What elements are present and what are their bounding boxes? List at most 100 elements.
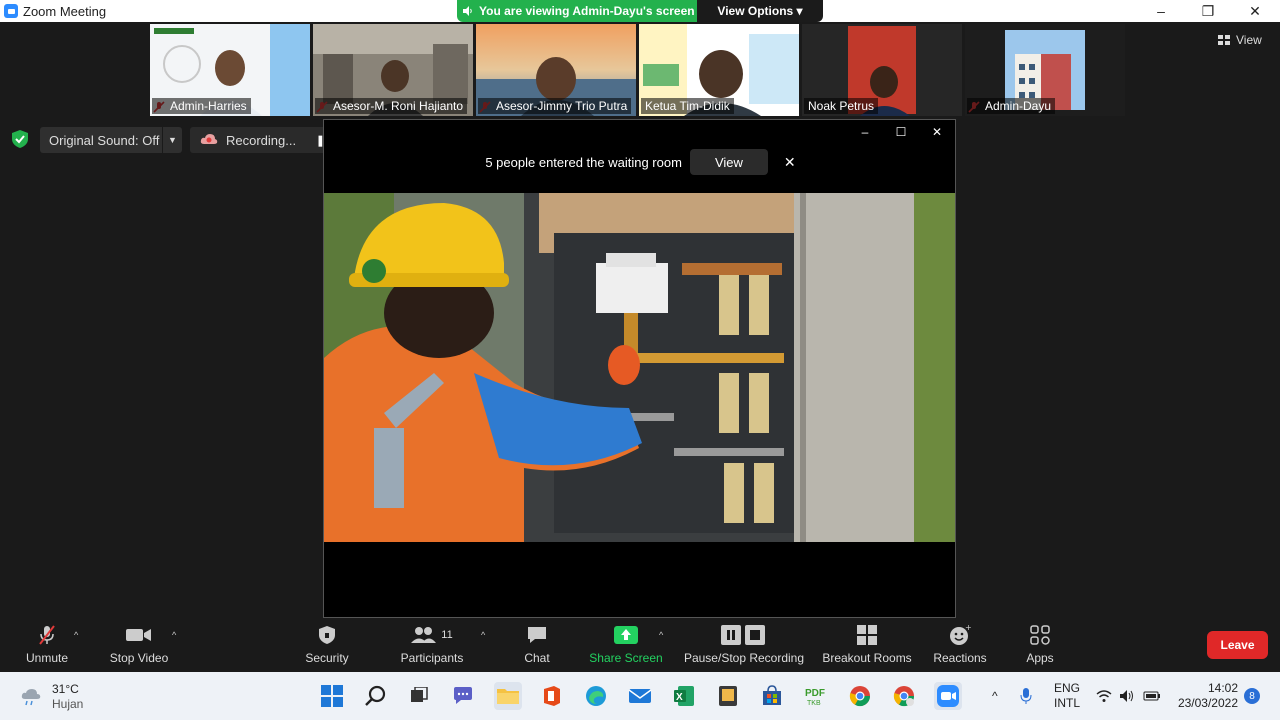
search-icon (365, 685, 386, 706)
gallery-view-button[interactable]: View (1218, 30, 1262, 50)
meeting-controls-bar: Unmute ^ Stop Video ^ Security 11 Partic… (0, 618, 1280, 672)
breakout-rooms-icon (857, 624, 877, 646)
windows-taskbar: 31°C Hujan X PDF TKB ^ ENG INTL 14:02 23… (0, 672, 1280, 720)
cloud-recording-icon (200, 134, 218, 144)
chat-label: Chat (524, 651, 550, 665)
participants-chevron-up-icon[interactable]: ^ (481, 630, 485, 640)
grid-icon (1218, 35, 1230, 45)
zoom-icon (937, 685, 959, 707)
close-icon[interactable]: ✕ (784, 154, 796, 171)
chevron-down-icon[interactable]: ▼ (162, 127, 182, 153)
language-indicator[interactable]: ENG INTL (1054, 672, 1080, 720)
original-sound-label: Original Sound: Off (49, 132, 160, 148)
svg-text:+: + (965, 624, 971, 632)
original-sound-button[interactable]: Original Sound: Off ▼ (40, 127, 182, 153)
apps-button[interactable]: Apps (1020, 624, 1060, 672)
search-button[interactable] (362, 682, 390, 710)
excel-button[interactable]: X (670, 682, 698, 710)
share-screen-button[interactable]: Share Screen (588, 624, 664, 672)
participant-tile[interactable]: Noak Petrus (802, 24, 962, 116)
audio-options-chevron-up-icon[interactable]: ^ (74, 630, 78, 640)
participant-tile[interactable]: Asesor-M. Roni Hajianto (313, 24, 473, 116)
waiting-room-text: 5 people entered the waiting room (485, 154, 682, 170)
notification-badge[interactable]: 8 (1244, 688, 1260, 704)
mail-button[interactable] (626, 682, 654, 710)
participant-tile[interactable]: Ketua Tim-Didik (639, 24, 799, 116)
window-title: Zoom Meeting (23, 3, 107, 19)
security-button[interactable]: Security (300, 624, 354, 672)
pause-stop-recording-button[interactable]: Pause/Stop Recording (680, 624, 808, 672)
pdf-tools-button[interactable]: PDF TKB (802, 682, 830, 710)
volume-tray-icon[interactable] (1119, 672, 1135, 720)
unmute-label: Unmute (25, 651, 69, 665)
share-screen-icon (614, 624, 638, 646)
view-options-button[interactable]: View Options ▾ (697, 0, 823, 22)
weather-condition: Hujan (52, 697, 84, 711)
shared-close-button[interactable]: ✕ (922, 124, 952, 140)
zoom-taskbar-button[interactable] (934, 682, 962, 710)
restore-button[interactable]: ❐ (1185, 0, 1231, 22)
chrome-icon (893, 686, 915, 707)
shared-minimize-button[interactable]: – (850, 124, 880, 140)
file-explorer-button[interactable] (494, 682, 522, 710)
speaker-icon (463, 6, 472, 16)
security-label: Security (305, 651, 349, 665)
participant-tile[interactable]: Admin-Dayu (965, 24, 1125, 116)
shared-maximize-button[interactable]: ☐ (886, 124, 916, 140)
breakout-rooms-label: Breakout Rooms (822, 651, 912, 665)
participant-name: Noak Petrus (804, 98, 879, 114)
muted-mic-icon (37, 624, 57, 646)
battery-tray-icon[interactable] (1143, 672, 1161, 720)
participants-icon: 11 (411, 624, 453, 646)
clock[interactable]: 14:02 23/03/2022 (1168, 681, 1238, 711)
folder-icon (497, 689, 519, 704)
speaker-icon (1120, 690, 1133, 702)
share-options-chevron-up-icon[interactable]: ^ (659, 630, 663, 640)
pdf-icon: PDFTKB (805, 688, 825, 707)
participant-tile[interactable]: Asesor-Jimmy Trio Putra (476, 24, 636, 116)
language-top: ENG (1054, 681, 1081, 695)
waiting-room-notice: 5 people entered the waiting room View ✕ (324, 148, 957, 176)
reactions-label: Reactions (933, 651, 987, 665)
microphone-tray-icon[interactable] (1020, 672, 1032, 720)
reactions-button[interactable]: + Reactions (930, 624, 990, 672)
close-button[interactable]: ✕ (1232, 0, 1278, 22)
store-button[interactable] (758, 682, 786, 710)
office-button[interactable] (538, 682, 566, 710)
share-screen-label: Share Screen (589, 651, 663, 665)
show-hidden-icons-button[interactable]: ^ (992, 672, 998, 720)
minimize-button[interactable]: – (1138, 0, 1184, 22)
participant-gallery: Admin-Harries Asesor-M. Roni Hajianto As… (150, 24, 1130, 116)
edge-browser-button[interactable] (582, 682, 610, 710)
temperature: 31°C (52, 682, 79, 696)
breakout-rooms-button[interactable]: Breakout Rooms (818, 624, 916, 672)
participant-name: Admin-Harries (152, 98, 251, 114)
chrome-button[interactable] (846, 682, 874, 710)
chat-button[interactable]: Chat (515, 624, 559, 672)
waiting-room-view-button[interactable]: View (689, 149, 768, 175)
edge-icon (586, 686, 606, 706)
stop-video-button[interactable]: Stop Video (104, 624, 174, 672)
store-icon (763, 685, 781, 705)
leave-button[interactable]: Leave (1207, 631, 1268, 659)
teams-chat-button[interactable] (449, 682, 477, 710)
svg-text:TKB: TKB (807, 700, 821, 707)
media-app-button[interactable] (714, 682, 742, 710)
participants-button[interactable]: 11 Participants (396, 624, 468, 672)
chrome-profile-button[interactable] (890, 682, 918, 710)
video-options-chevron-up-icon[interactable]: ^ (172, 630, 176, 640)
shield-icon (318, 624, 336, 646)
svg-text:X: X (676, 692, 683, 703)
unmute-button[interactable]: Unmute (20, 624, 74, 672)
participant-tile[interactable]: Admin-Harries (150, 24, 310, 116)
chevron-up-icon: ^ (992, 689, 998, 703)
shared-video (324, 193, 955, 542)
windows-logo-icon (321, 685, 343, 707)
task-view-button[interactable] (405, 682, 433, 710)
start-button[interactable] (318, 682, 346, 710)
chat-bubble-icon (526, 624, 548, 646)
rain-cloud-icon (21, 689, 41, 706)
participants-label: Participants (400, 651, 464, 665)
weather-widget[interactable]: 31°C Hujan (20, 682, 83, 712)
wifi-tray-icon[interactable] (1096, 672, 1112, 720)
